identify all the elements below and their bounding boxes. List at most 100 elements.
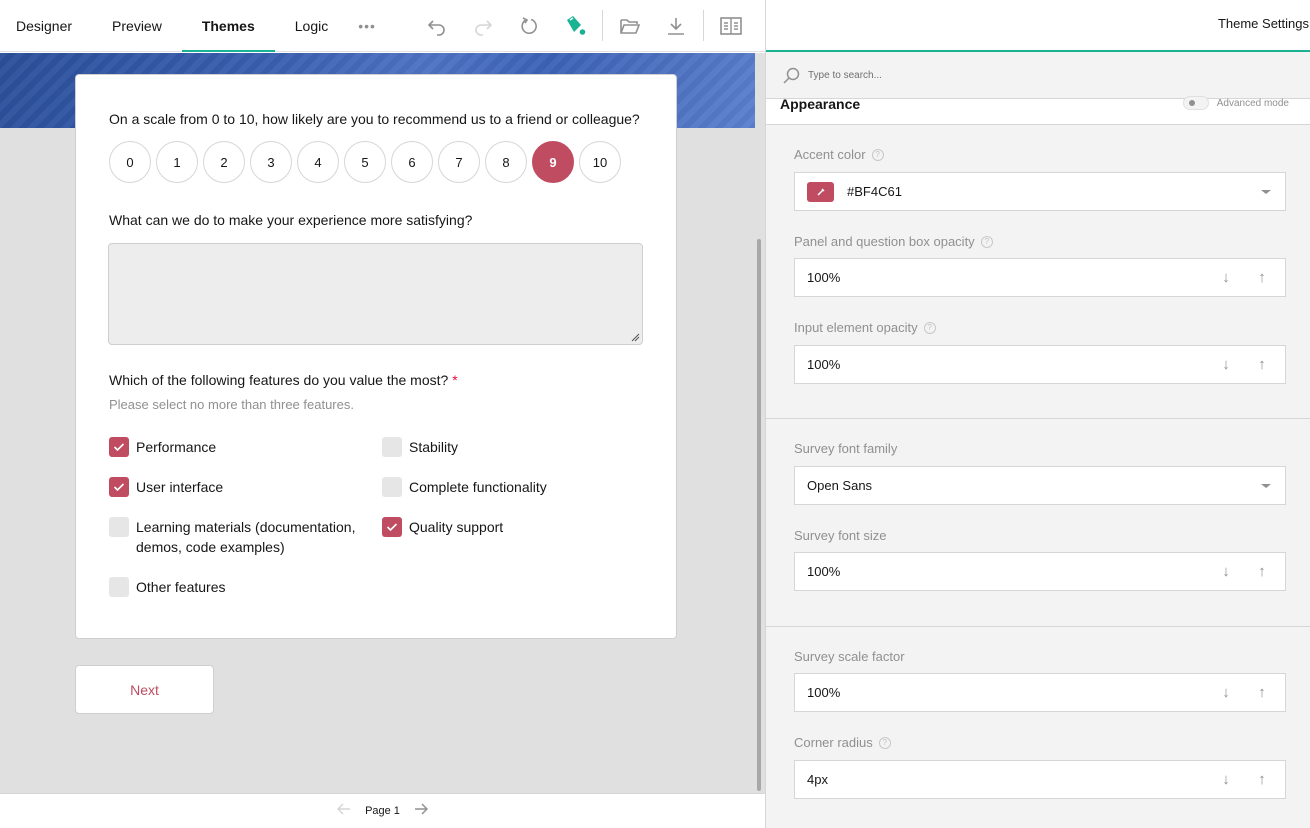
decrease-arrow-icon[interactable]: ↓ (1217, 269, 1235, 286)
survey-page-card: On a scale from 0 to 10, how likely are … (75, 74, 677, 639)
checkbox-label: Stability (409, 439, 459, 455)
rating-item[interactable]: 6 (391, 141, 433, 183)
rating-item[interactable]: 2 (203, 141, 245, 183)
toolbar-divider (601, 10, 603, 41)
preview-scrollbar[interactable] (757, 239, 761, 791)
help-icon[interactable]: ? (923, 321, 936, 334)
help-icon[interactable]: ? (878, 736, 891, 749)
tab-themes[interactable]: Themes (181, 0, 275, 52)
open-folder-icon[interactable] (607, 0, 653, 51)
tab-preview[interactable]: Preview (92, 0, 182, 51)
scale-factor-label: Survey scale factor (794, 649, 905, 664)
label-text: Input element opacity (794, 320, 918, 335)
checkbox-label: Performance (136, 439, 217, 455)
resize-grip-icon[interactable] (630, 332, 640, 342)
checkbox-label: User interface (136, 479, 224, 495)
font-size-field[interactable]: 100% ↓ ↑ (794, 552, 1286, 591)
checkbox-checked[interactable] (109, 437, 129, 457)
font-size-value[interactable]: 100% (807, 564, 1217, 579)
checkbox-checked[interactable] (382, 517, 402, 537)
rating-item[interactable]: 3 (250, 141, 292, 183)
question-comment-title: What can we do to make your experience m… (109, 212, 473, 228)
help-icon[interactable]: ? (980, 235, 993, 248)
panel-header: Theme Settings (766, 0, 1310, 52)
rating-item[interactable]: 1 (156, 141, 198, 183)
decrease-arrow-icon[interactable]: ↓ (1217, 563, 1235, 580)
rating-item[interactable]: 10 (579, 141, 621, 183)
increase-arrow-icon[interactable]: ↑ (1253, 771, 1271, 788)
increase-arrow-icon[interactable]: ↑ (1253, 563, 1271, 580)
rating-item[interactable]: 4 (297, 141, 339, 183)
rating-item[interactable]: 8 (485, 141, 527, 183)
checkbox-quality-support[interactable]: Quality support (382, 517, 503, 537)
advanced-mode-toggle[interactable] (1182, 96, 1209, 110)
checkbox-complete-functionality[interactable]: Complete functionality (382, 477, 547, 497)
color-picker-button[interactable] (807, 181, 834, 202)
reset-icon[interactable] (506, 0, 552, 51)
accent-color-value[interactable]: #BF4C61 (847, 184, 1261, 199)
decrease-arrow-icon[interactable]: ↓ (1217, 356, 1235, 373)
question-nps-title: On a scale from 0 to 10, how likely are … (109, 111, 640, 127)
redo-icon[interactable] (460, 0, 506, 51)
checkbox-stability[interactable]: Stability (382, 437, 458, 457)
rating-item[interactable]: 5 (344, 141, 386, 183)
checkbox-performance[interactable]: Performance (109, 437, 216, 457)
scale-factor-value[interactable]: 100% (807, 685, 1217, 700)
panel-title: Theme Settings (1217, 16, 1309, 31)
next-button[interactable]: Next (75, 665, 214, 714)
panel-opacity-value[interactable]: 100% (807, 270, 1217, 285)
checkbox-other-features[interactable]: Other features (109, 577, 226, 597)
question-description: Please select no more than three feature… (109, 397, 354, 412)
book-icon[interactable] (708, 0, 754, 51)
theme-paint-bucket-icon[interactable] (552, 0, 598, 51)
comment-textarea[interactable] (108, 243, 643, 345)
checkbox-checked[interactable] (109, 477, 129, 497)
section-divider (766, 418, 1310, 419)
checkbox-unchecked[interactable] (382, 437, 402, 457)
decrease-arrow-icon[interactable]: ↓ (1217, 771, 1235, 788)
section-title: Appearance (780, 96, 861, 112)
increase-arrow-icon[interactable]: ↑ (1253, 269, 1271, 286)
help-icon[interactable]: ? (871, 148, 884, 161)
checkbox-learning-materials[interactable]: Learning materials (documentation, demos… (109, 517, 359, 557)
tab-logic[interactable]: Logic (275, 0, 348, 51)
increase-arrow-icon[interactable]: ↑ (1253, 684, 1271, 701)
decrease-arrow-icon[interactable]: ↓ (1217, 684, 1235, 701)
accent-color-label: Accent color ? (794, 147, 884, 162)
next-page-icon[interactable] (414, 802, 428, 820)
input-opacity-field[interactable]: 100% ↓ ↑ (794, 345, 1286, 384)
checkbox-user-interface[interactable]: User interface (109, 477, 223, 497)
section-divider (766, 626, 1310, 627)
accent-color-field[interactable]: #BF4C61 (794, 172, 1286, 211)
search-input[interactable] (808, 70, 1208, 81)
corner-radius-field[interactable]: 4px ↓ ↑ (794, 760, 1286, 799)
eyedropper-icon (816, 187, 825, 196)
label-text: Corner radius (794, 735, 873, 750)
checkbox-unchecked[interactable] (109, 517, 129, 537)
panel-opacity-label: Panel and question box opacity ? (794, 234, 993, 249)
prev-page-icon[interactable] (337, 802, 351, 820)
tab-designer[interactable]: Designer (0, 0, 92, 51)
undo-icon[interactable] (414, 0, 460, 51)
rating-item-selected[interactable]: 9 (532, 141, 574, 183)
corner-radius-value[interactable]: 4px (807, 772, 1217, 787)
page-navigator: Page 1 (0, 793, 765, 828)
search-icon (783, 67, 800, 84)
font-family-value[interactable]: Open Sans (807, 478, 1261, 493)
appearance-section-header[interactable]: Appearance Advanced mode (766, 96, 1310, 125)
download-icon[interactable] (653, 0, 699, 51)
increase-arrow-icon[interactable]: ↑ (1253, 356, 1271, 373)
advanced-mode: Advanced mode (1182, 96, 1289, 110)
chevron-down-icon[interactable] (1261, 189, 1271, 194)
rating-item[interactable]: 7 (438, 141, 480, 183)
rating-item[interactable]: 0 (109, 141, 151, 183)
chevron-down-icon[interactable] (1261, 483, 1271, 488)
more-tabs-button[interactable]: ••• (348, 0, 386, 51)
font-family-dropdown[interactable]: Open Sans (794, 466, 1286, 505)
panel-opacity-field[interactable]: 100% ↓ ↑ (794, 258, 1286, 297)
checkbox-unchecked[interactable] (382, 477, 402, 497)
scale-factor-field[interactable]: 100% ↓ ↑ (794, 673, 1286, 712)
input-opacity-value[interactable]: 100% (807, 357, 1217, 372)
checkbox-unchecked[interactable] (109, 577, 129, 597)
input-opacity-label: Input element opacity ? (794, 320, 936, 335)
